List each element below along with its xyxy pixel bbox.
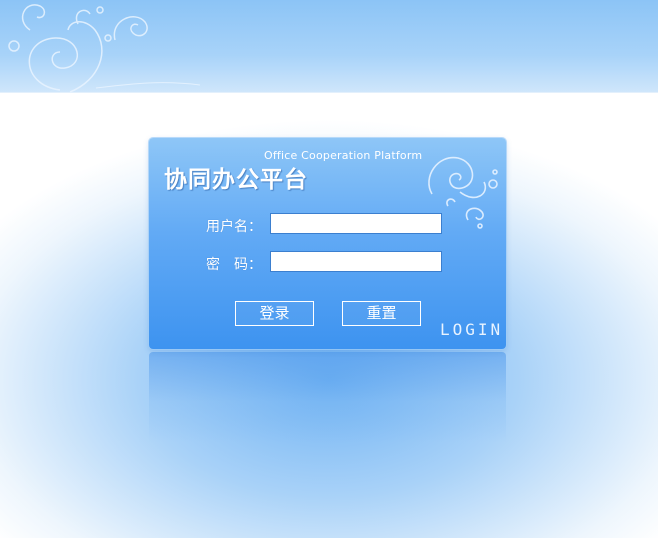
username-label: 用户名： (206, 219, 262, 235)
reset-button[interactable]: 重置 (342, 301, 421, 326)
password-field[interactable] (270, 251, 442, 272)
panel-reflection (149, 352, 506, 442)
platform-title: 协同办公平台 (164, 166, 308, 193)
username-field[interactable] (270, 213, 442, 234)
password-label: 密 码： (206, 257, 262, 273)
login-tag: LOGIN (440, 320, 504, 339)
swirl-decoration-icon (8, 4, 200, 93)
login-button[interactable]: 登录 (235, 301, 314, 326)
